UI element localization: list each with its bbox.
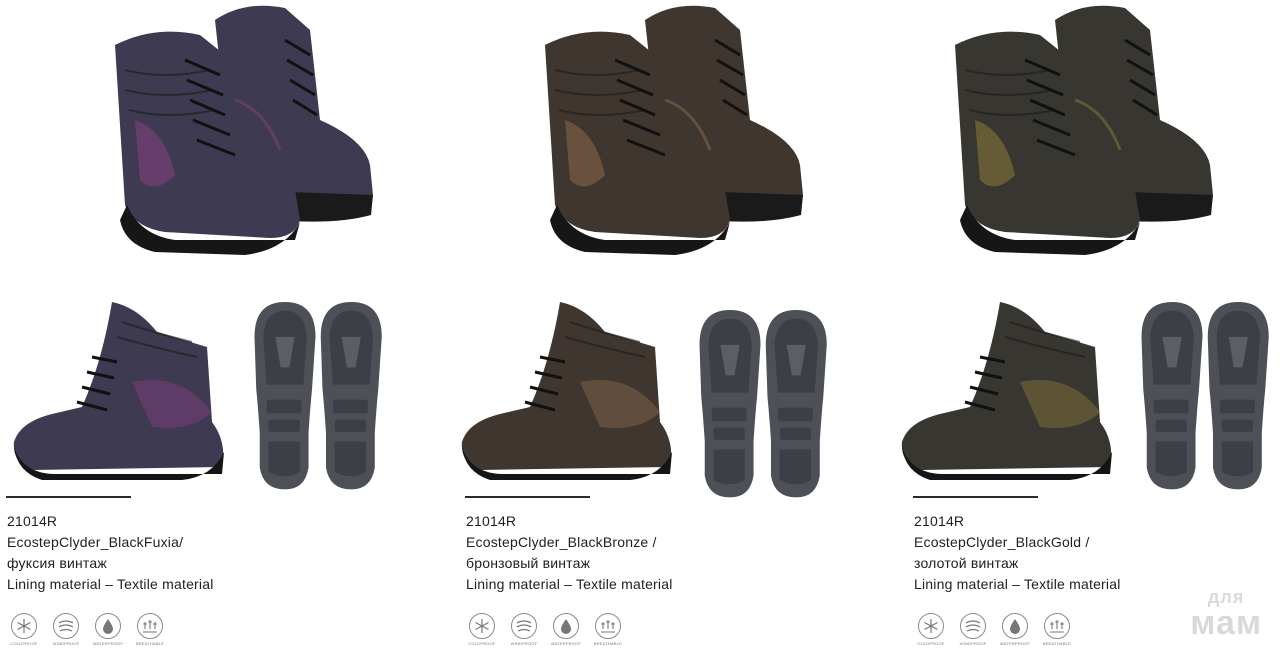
feature-breathable: BREATHABLE bbox=[593, 613, 623, 646]
product-code: 21014R bbox=[7, 513, 58, 529]
feature-waterproof: WATERPROOF bbox=[551, 613, 581, 646]
water-drop-icon bbox=[1002, 613, 1028, 639]
feature-breathable: BREATHABLE bbox=[135, 613, 165, 646]
product-color: золотой винтаж bbox=[914, 555, 1019, 571]
feature-icons: COLDPROOF WINDPROOF WATERPROOF BREATHABLE bbox=[467, 613, 623, 646]
divider bbox=[6, 496, 131, 498]
wind-icon bbox=[53, 613, 79, 639]
boot-soles-image bbox=[254, 302, 382, 490]
product-name: EcostepClyder_BlackGold / bbox=[914, 534, 1090, 550]
breathable-icon bbox=[1044, 613, 1070, 639]
watermark-line2: мам bbox=[1190, 604, 1262, 642]
boot-pair-image bbox=[113, 4, 375, 257]
boot-side-image bbox=[900, 302, 1114, 482]
feature-breathable: BREATHABLE bbox=[1042, 613, 1072, 646]
feature-waterproof: WATERPROOF bbox=[93, 613, 123, 646]
feature-coldproof: COLDPROOF bbox=[9, 613, 39, 646]
product-name: EcostepClyder_BlackBronze / bbox=[466, 534, 657, 550]
product-info: 21014R EcostepClyder_BlackBronze / бронз… bbox=[466, 511, 673, 595]
watermark-logo: для мам bbox=[1190, 588, 1262, 640]
snowflake-icon bbox=[11, 613, 37, 639]
boot-soles-image bbox=[1141, 302, 1269, 490]
boot-soles-image bbox=[699, 310, 827, 498]
feature-coldproof: COLDPROOF bbox=[916, 613, 946, 646]
feature-label: COLDPROOF bbox=[10, 641, 38, 646]
feature-coldproof: COLDPROOF bbox=[467, 613, 497, 646]
feature-label: BREATHABLE bbox=[1042, 641, 1072, 646]
boot-side-image bbox=[12, 302, 226, 482]
feature-label: WATERPROOF bbox=[550, 641, 582, 646]
product-lining: Lining material – Textile material bbox=[7, 576, 214, 592]
feature-windproof: WINDPROOF bbox=[51, 613, 81, 646]
feature-label: WINDPROOF bbox=[959, 641, 987, 646]
product-card: 21014R EcostepClyder_BlackFuxia/ фуксия … bbox=[0, 0, 430, 656]
feature-label: WINDPROOF bbox=[510, 641, 538, 646]
feature-label: WINDPROOF bbox=[52, 641, 80, 646]
breathable-icon bbox=[137, 613, 163, 639]
feature-icons: COLDPROOF WINDPROOF WATERPROOF BREATHABLE bbox=[9, 613, 165, 646]
feature-label: COLDPROOF bbox=[917, 641, 945, 646]
product-lining: Lining material – Textile material bbox=[466, 576, 673, 592]
feature-windproof: WINDPROOF bbox=[509, 613, 539, 646]
feature-label: COLDPROOF bbox=[468, 641, 496, 646]
divider bbox=[465, 496, 590, 498]
product-info: 21014R EcostepClyder_BlackGold / золотой… bbox=[914, 511, 1121, 595]
boot-pair-image bbox=[543, 4, 805, 257]
feature-label: WATERPROOF bbox=[92, 641, 124, 646]
product-color: бронзовый винтаж bbox=[466, 555, 591, 571]
product-card: 21014R EcostepClyder_BlackBronze / бронз… bbox=[450, 0, 880, 656]
wind-icon bbox=[960, 613, 986, 639]
feature-label: BREATHABLE bbox=[593, 641, 623, 646]
product-lining: Lining material – Textile material bbox=[914, 576, 1121, 592]
feature-label: WATERPROOF bbox=[999, 641, 1031, 646]
feature-windproof: WINDPROOF bbox=[958, 613, 988, 646]
water-drop-icon bbox=[553, 613, 579, 639]
feature-waterproof: WATERPROOF bbox=[1000, 613, 1030, 646]
product-code: 21014R bbox=[914, 513, 965, 529]
snowflake-icon bbox=[918, 613, 944, 639]
boot-side-image bbox=[460, 302, 674, 482]
feature-label: BREATHABLE bbox=[135, 641, 165, 646]
snowflake-icon bbox=[469, 613, 495, 639]
product-info: 21014R EcostepClyder_BlackFuxia/ фуксия … bbox=[7, 511, 214, 595]
product-code: 21014R bbox=[466, 513, 517, 529]
product-color: фуксия винтаж bbox=[7, 555, 107, 571]
boot-pair-image bbox=[953, 4, 1215, 257]
water-drop-icon bbox=[95, 613, 121, 639]
product-name: EcostepClyder_BlackFuxia/ bbox=[7, 534, 184, 550]
divider bbox=[913, 496, 1038, 498]
breathable-icon bbox=[595, 613, 621, 639]
product-card: 21014R EcostepClyder_BlackGold / золотой… bbox=[900, 0, 1280, 656]
feature-icons: COLDPROOF WINDPROOF WATERPROOF BREATHABLE bbox=[916, 613, 1072, 646]
wind-icon bbox=[511, 613, 537, 639]
